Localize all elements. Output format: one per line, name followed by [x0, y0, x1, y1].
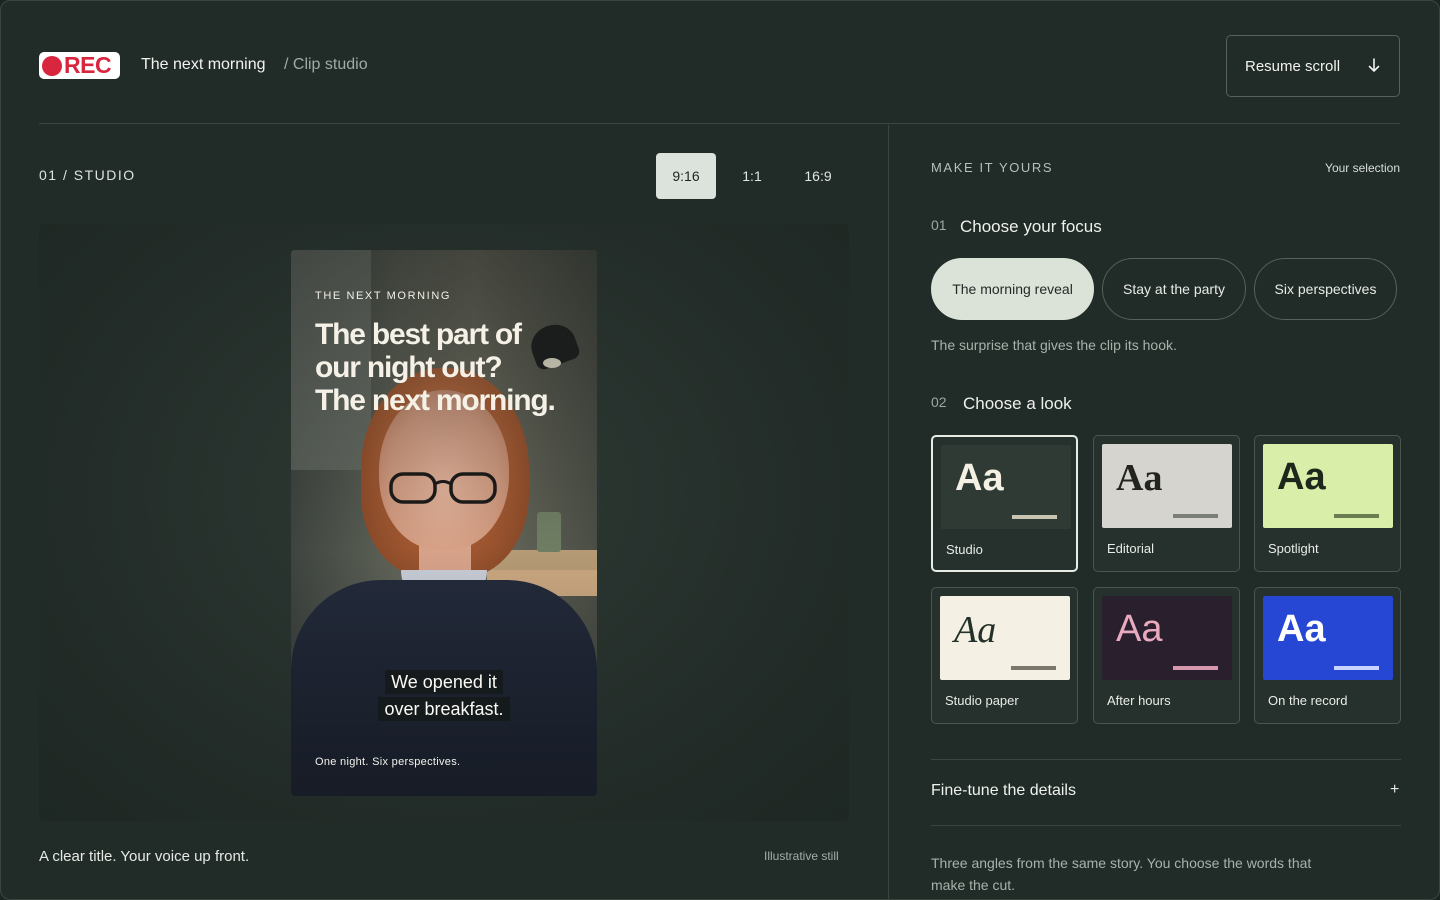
clip-caption: We opened it over breakfast. [375, 669, 513, 723]
look-name: Editorial [1107, 541, 1154, 556]
header: REC The next morning / Clip studio Resum… [39, 1, 1400, 124]
focus-step-title: Choose your focus [960, 217, 1102, 236]
look-swatch: Aa [941, 445, 1071, 529]
look-card-after-hours[interactable]: Aa After hours [1093, 587, 1240, 724]
look-card-editorial[interactable]: Aa Editorial [1093, 435, 1240, 572]
divider [931, 825, 1401, 826]
look-name: Studio paper [945, 693, 1019, 708]
footer-description: Three angles from the same story. You ch… [931, 855, 1312, 893]
ratio-9-16-button[interactable]: 9:16 [656, 153, 716, 199]
look-swatch: Aa [1102, 444, 1232, 528]
look-bar [1334, 514, 1379, 518]
look-sample-text: Aa [1116, 608, 1163, 650]
clip-tagline: One night. Six perspectives. [315, 756, 461, 768]
look-swatch: Aa [1263, 444, 1393, 528]
illustrative-still-note: Illustrative still [764, 849, 839, 863]
focus-step-number: 01 [931, 217, 947, 233]
ratio-16-9-button[interactable]: 16:9 [788, 153, 848, 199]
your-selection-link[interactable]: Your selection [1325, 161, 1400, 175]
breadcrumb-subtitle: / Clip studio [284, 56, 368, 73]
look-step-number: 02 [931, 394, 947, 410]
look-sample-text: Aa [1116, 457, 1163, 499]
look-bar [1011, 666, 1056, 670]
look-sample-text: Aa [954, 609, 997, 651]
arrow-down-icon [1368, 58, 1380, 72]
resume-scroll-label: Resume scroll [1245, 57, 1341, 75]
divider [931, 759, 1401, 760]
look-step-title: Choose a look [963, 394, 1072, 413]
studio-section-label: 01 / STUDIO [39, 167, 136, 183]
look-name: Spotlight [1268, 541, 1319, 556]
focus-option-morning-reveal[interactable]: The morning reveal [931, 258, 1094, 320]
look-card-studio-paper[interactable]: Aa Studio paper [931, 587, 1078, 724]
clip-kicker: THE NEXT MORNING [315, 290, 452, 302]
look-sample-text: Aa [1277, 456, 1326, 498]
logo-text: REC [64, 52, 112, 78]
look-swatch: Aa [1263, 596, 1393, 680]
look-sample-text: Aa [955, 457, 1004, 499]
expand-plus-icon[interactable]: + [1390, 781, 1399, 799]
record-dot-icon [42, 55, 62, 76]
look-name: Studio [946, 542, 983, 557]
clip-caption-line: We opened it [385, 670, 503, 694]
look-bar [1334, 666, 1379, 670]
fine-tune-toggle[interactable]: Fine-tune the details [931, 782, 1076, 800]
look-swatch: Aa [1102, 596, 1232, 680]
breadcrumb-title[interactable]: The next morning [141, 56, 266, 74]
clip-headline-line: The next morning. [315, 384, 556, 417]
rec-logo[interactable]: REC [39, 52, 120, 79]
vertical-clip-preview[interactable]: THE NEXT MORNING The best part of our ni… [291, 250, 597, 796]
clip-headline-line: The best part of [315, 318, 522, 351]
look-bar [1012, 515, 1057, 519]
focus-option-stay-at-party[interactable]: Stay at the party [1102, 258, 1246, 320]
customize-section-label: MAKE IT YOURS [931, 160, 1054, 175]
clip-headline-line: our night out? [315, 351, 503, 384]
focus-description: The surprise that gives the clip its hoo… [931, 337, 1177, 353]
resume-scroll-button[interactable]: Resume scroll [1226, 35, 1400, 97]
look-swatch: Aa [940, 596, 1070, 680]
clip-headline: The best part of our night out? The next… [315, 318, 585, 417]
look-name: After hours [1107, 693, 1171, 708]
look-bar [1173, 514, 1218, 518]
look-bar [1173, 666, 1218, 670]
ratio-1-1-button[interactable]: 1:1 [722, 153, 782, 199]
look-card-spotlight[interactable]: Aa Spotlight [1254, 435, 1401, 572]
look-card-on-the-record[interactable]: Aa On the record [1254, 587, 1401, 724]
column-divider [888, 125, 889, 899]
preview-note: A clear title. Your voice up front. [39, 848, 250, 865]
preview-stage: THE NEXT MORNING The best part of our ni… [39, 224, 849, 821]
look-card-studio[interactable]: Aa Studio [931, 435, 1078, 572]
app-frame: REC The next morning / Clip studio Resum… [0, 0, 1440, 900]
look-sample-text: Aa [1277, 608, 1326, 650]
focus-option-six-perspectives[interactable]: Six perspectives [1254, 258, 1397, 320]
clip-caption-line: over breakfast. [378, 697, 510, 721]
look-name: On the record [1268, 693, 1348, 708]
